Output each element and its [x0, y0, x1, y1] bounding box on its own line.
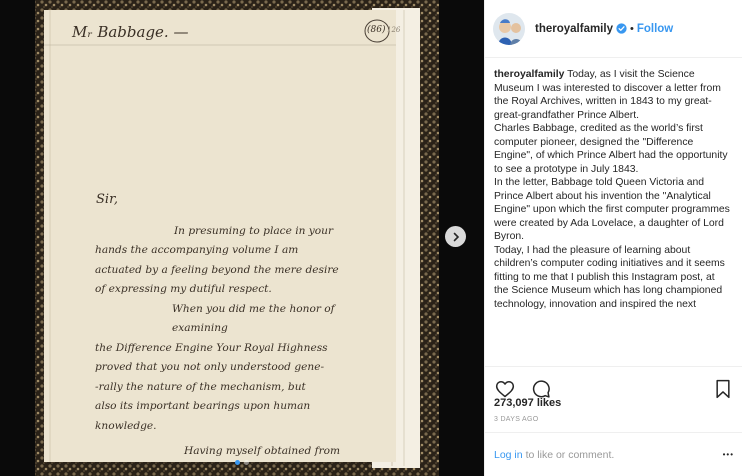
- bookmark-icon: [716, 379, 730, 399]
- caption: theroyalfamily Today, as I visit the Sci…: [494, 68, 730, 362]
- save-button[interactable]: [711, 377, 735, 401]
- post-header: theroyalfamily • Follow: [485, 0, 742, 58]
- more-options-button[interactable]: •••: [723, 450, 734, 459]
- post-timestamp[interactable]: 3 days ago: [494, 416, 539, 423]
- letter-body: Sir, In presuming to place in your hands…: [92, 190, 392, 462]
- letter-line: the Difference Engine Your Royal Highnes…: [95, 341, 328, 354]
- letter-line: In presuming to place in your: [174, 224, 334, 237]
- likes-count[interactable]: 273,097 likes: [494, 397, 561, 409]
- comment-bar: Log in to like or comment. •••: [485, 432, 742, 476]
- letter-line: actuated by a feeling beyond the mere de…: [95, 263, 339, 276]
- carousel-dot: [244, 460, 249, 465]
- caption-author[interactable]: theroyalfamily: [494, 69, 564, 80]
- letter-page-number-small: 126: [387, 26, 401, 34]
- follow-button[interactable]: Follow: [637, 23, 673, 35]
- post-sidebar: theroyalfamily • Follow theroyalfamily T…: [484, 0, 742, 476]
- carousel-indicator: [0, 460, 484, 465]
- letter-line: of expressing my dutiful respect.: [95, 283, 272, 295]
- caption-paragraph: Charles Babbage, credited as the world’s…: [494, 123, 728, 175]
- letter-line: -rally the nature of the mechanism, but: [95, 380, 306, 393]
- letter-line: proved that you not only understood gene…: [95, 361, 325, 373]
- heart-icon: [495, 381, 515, 398]
- letter-line: knowledge.: [95, 419, 157, 432]
- letter-line: Having myself obtained from: [184, 445, 341, 457]
- chevron-right-icon: [453, 232, 459, 241]
- username[interactable]: theroyalfamily: [535, 23, 613, 35]
- comment-icon: [532, 380, 550, 398]
- avatar[interactable]: [493, 12, 525, 45]
- next-photo-button[interactable]: [445, 226, 466, 247]
- letter-line: hands the accompanying volume I am: [95, 244, 299, 256]
- letter-page-number: (86): [367, 25, 386, 35]
- login-link[interactable]: Log in: [494, 449, 523, 461]
- caption-paragraph: Today, I had the pleasure of learning ab…: [494, 244, 725, 310]
- caption-paragraph: In the letter, Babbage told Queen Victor…: [494, 177, 730, 242]
- post-photo[interactable]: Mᵣ Babbage. — (86) 126 Sir, In presuming…: [0, 0, 484, 476]
- caption-paragraph: theroyalfamily Today, as I visit the Sci…: [494, 68, 730, 122]
- carousel-dot-active: [235, 460, 240, 465]
- letter-line: also its important bearings upon human: [95, 400, 311, 412]
- letter-heading: Mᵣ Babbage. —: [72, 23, 189, 41]
- separator: •: [629, 22, 634, 35]
- letter-line: When you did me the honor of examining: [172, 302, 335, 335]
- letter-line: Sir,: [96, 192, 118, 207]
- verified-badge-icon: [616, 23, 627, 34]
- comment-prompt: to like or comment.: [525, 448, 615, 461]
